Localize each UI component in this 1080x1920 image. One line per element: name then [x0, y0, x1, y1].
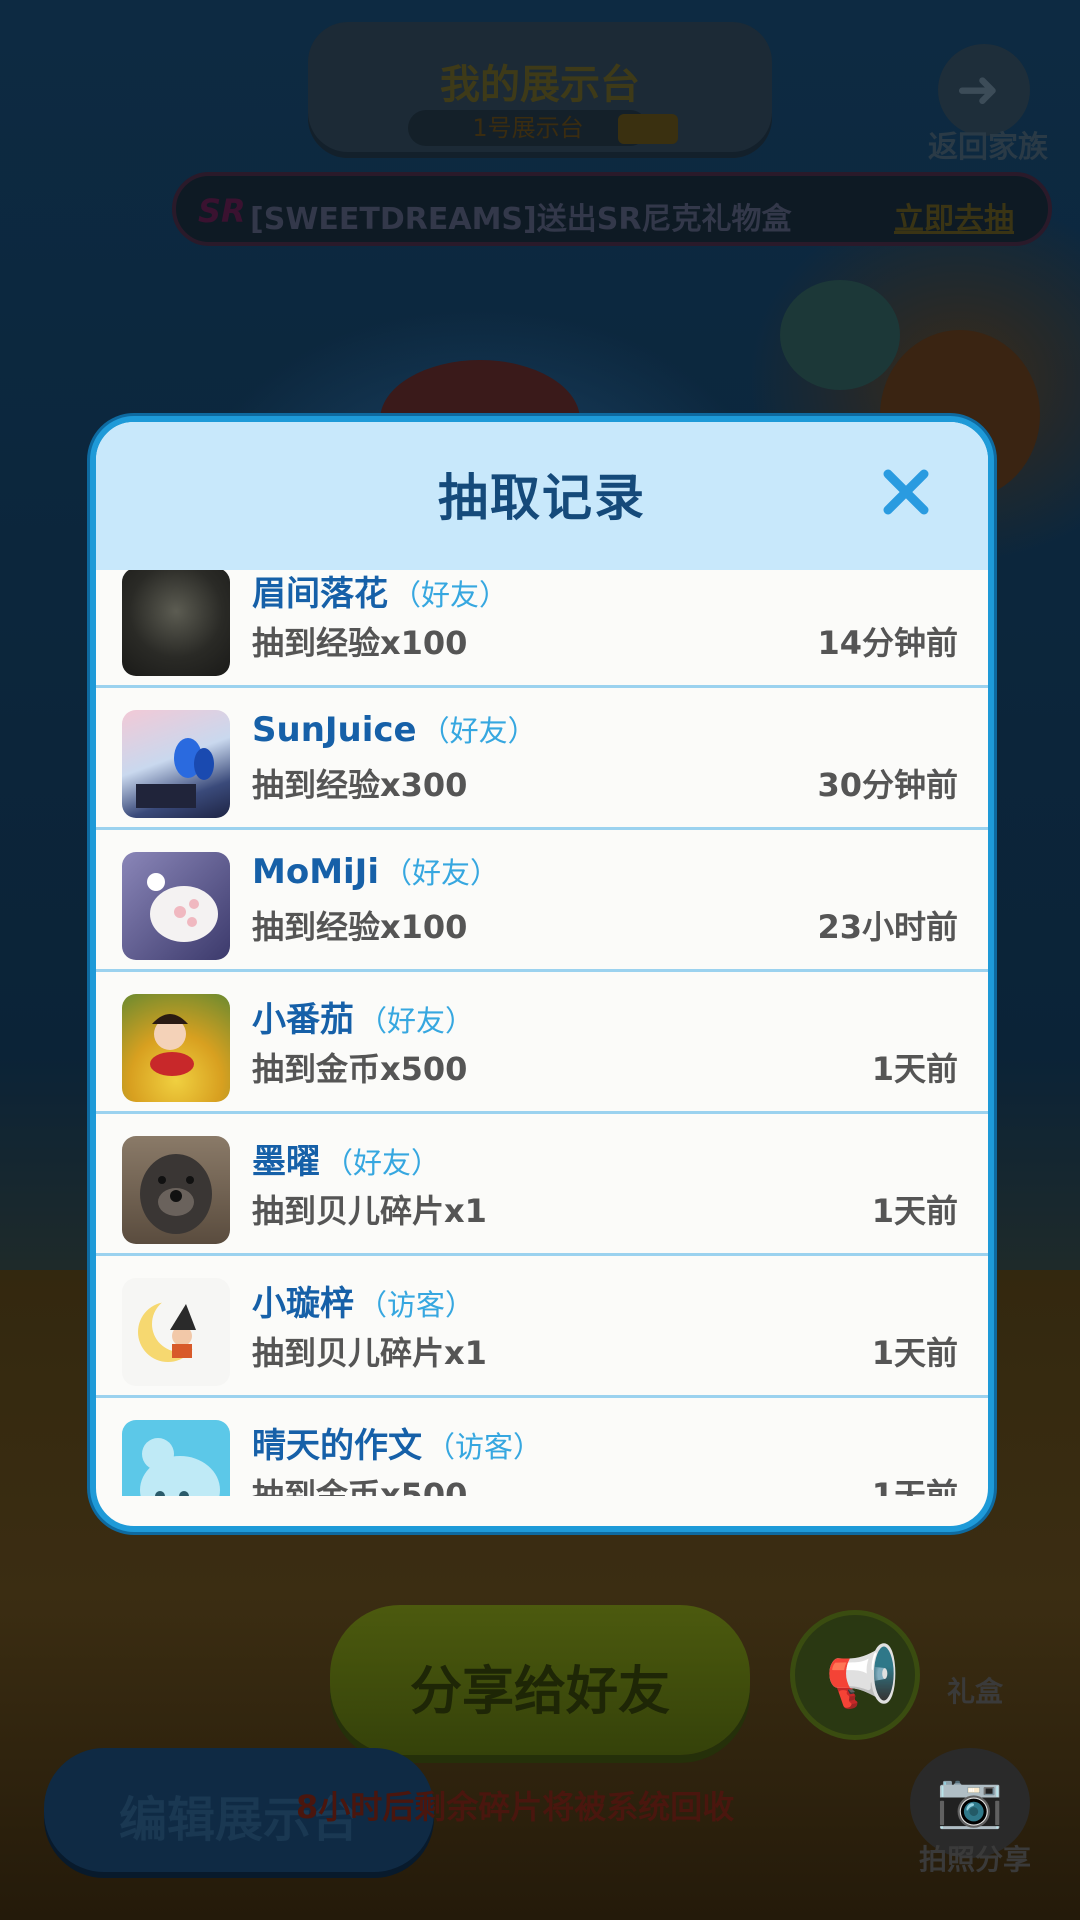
- butterfly-icon: [136, 738, 214, 808]
- user-name: 小璇梓: [252, 1284, 354, 1324]
- record-time: 23小时前: [817, 908, 958, 946]
- name-line: SunJuice （好友）: [252, 708, 537, 750]
- photo-share-label: 拍照分享: [918, 1843, 1031, 1876]
- plush-dog-icon: [140, 1154, 212, 1234]
- relation-tag: （好友）: [392, 578, 509, 612]
- avatar: [122, 710, 230, 818]
- user-name: 眉间落花: [252, 574, 388, 614]
- relation-tag: （好友）: [420, 714, 537, 748]
- record-time: 1天前: [871, 1334, 958, 1372]
- reward-text: 抽到贝儿碎片x1: [252, 1334, 487, 1372]
- record-row: 墨曜 （好友） 抽到贝儿碎片x1 1天前: [96, 1114, 988, 1256]
- decor-character: [780, 280, 900, 390]
- banner-message: [SWEETDREAMS]送出SR尼克礼物盒: [250, 202, 792, 237]
- gift-box-label: 礼盒: [946, 1675, 1003, 1708]
- records-list[interactable]: 眉间落花 （好友） 抽到经验x100 14分钟前 SunJuice （好友） 抽到经…: [96, 570, 988, 1496]
- showcase-selector[interactable]: 1号展示台: [408, 110, 648, 146]
- reward-text: 抽到金币x500: [252, 1050, 468, 1088]
- draw-records-dialog: 抽取记录 眉间落花 （好友） 抽到经验x100 14分钟前 SunJuice （…: [90, 416, 994, 1532]
- record-row: 小璇梓 （访客） 抽到贝儿碎片x1 1天前: [96, 1256, 988, 1398]
- user-name: 晴天的作文: [252, 1426, 422, 1466]
- showcase-title-plate: 我的展示台 1号展示台: [308, 22, 772, 158]
- showcase-title: 我的展示台: [440, 62, 640, 108]
- close-button[interactable]: [876, 462, 936, 522]
- relation-tag: （好友）: [358, 1004, 475, 1038]
- avatar: [122, 1420, 230, 1496]
- reward-text: 抽到金币x500: [252, 1476, 468, 1496]
- user-name: SunJuice: [252, 710, 417, 750]
- back-family-label: 返回家族: [928, 130, 1048, 165]
- dropdown-arrow-icon[interactable]: [618, 114, 678, 144]
- reward-text: 抽到经验x100: [252, 624, 468, 662]
- user-name: 小番茄: [252, 1000, 354, 1040]
- relation-tag: （访客）: [358, 1288, 475, 1322]
- relation-tag: （好友）: [324, 1146, 441, 1180]
- name-line: 晴天的作文 （访客）: [252, 1418, 542, 1467]
- close-icon: [883, 469, 929, 515]
- avatar: [122, 570, 230, 676]
- record-row: 眉间落花 （好友） 抽到经验x100 14分钟前: [96, 570, 988, 688]
- name-line: 眉间落花 （好友）: [252, 570, 508, 615]
- recycle-notice: 8小时后剩余碎片将被系统回收: [296, 1788, 735, 1826]
- avatar: [122, 1278, 230, 1386]
- record-time: 14分钟前: [817, 624, 958, 662]
- name-line: MoMiJi （好友）: [252, 850, 499, 892]
- moon-witch-icon: [138, 1296, 208, 1362]
- reward-text: 抽到经验x300: [252, 766, 468, 804]
- avatar: [122, 1136, 230, 1244]
- broadcast-button[interactable]: 📢: [790, 1610, 920, 1740]
- arrow-right-icon: ➜: [956, 60, 1000, 120]
- camera-icon: 📷: [936, 1768, 1004, 1831]
- record-row: SunJuice （好友） 抽到经验x300 30分钟前: [96, 688, 988, 830]
- records-list-content: 眉间落花 （好友） 抽到经验x100 14分钟前 SunJuice （好友） 抽到经…: [96, 570, 988, 1496]
- record-time: 30分钟前: [817, 766, 958, 804]
- sr-badge: SR: [198, 192, 246, 230]
- cat-paw-icon: [147, 873, 218, 942]
- blue-bear-icon: [140, 1438, 220, 1496]
- name-line: 小番茄 （好友）: [252, 992, 474, 1041]
- baby-photo-icon: [150, 1014, 194, 1076]
- record-row: 小番茄 （好友） 抽到金币x500 1天前: [96, 972, 988, 1114]
- share-to-friends-button[interactable]: 分享给好友: [330, 1605, 750, 1755]
- avatar: [122, 994, 230, 1102]
- draw-now-link[interactable]: 立即去抽: [894, 194, 1014, 238]
- user-name: 墨曜: [252, 1142, 320, 1182]
- reward-text: 抽到贝儿碎片x1: [252, 1192, 487, 1230]
- dialog-header: 抽取记录: [96, 422, 988, 570]
- record-time: 1天前: [871, 1050, 958, 1088]
- record-row: 晴天的作文 （访客） 抽到金币x500 1天前: [96, 1398, 988, 1496]
- name-line: 小璇梓 （访客）: [252, 1276, 474, 1325]
- announcement-banner: SR [SWEETDREAMS]送出SR尼克礼物盒 立即去抽: [172, 172, 1052, 246]
- record-time: 1天前: [871, 1476, 958, 1496]
- record-time: 1天前: [871, 1192, 958, 1230]
- avatar: [122, 852, 230, 960]
- relation-tag: （访客）: [426, 1430, 543, 1464]
- relation-tag: （好友）: [383, 856, 500, 890]
- dialog-title: 抽取记录: [438, 469, 646, 527]
- share-button-label: 分享给好友: [409, 1662, 670, 1722]
- megaphone-icon: 📢: [825, 1642, 900, 1712]
- user-name: MoMiJi: [252, 852, 379, 892]
- record-row: MoMiJi （好友） 抽到经验x100 23小时前: [96, 830, 988, 972]
- name-line: 墨曜 （好友）: [252, 1134, 440, 1183]
- reward-text: 抽到经验x100: [252, 908, 468, 946]
